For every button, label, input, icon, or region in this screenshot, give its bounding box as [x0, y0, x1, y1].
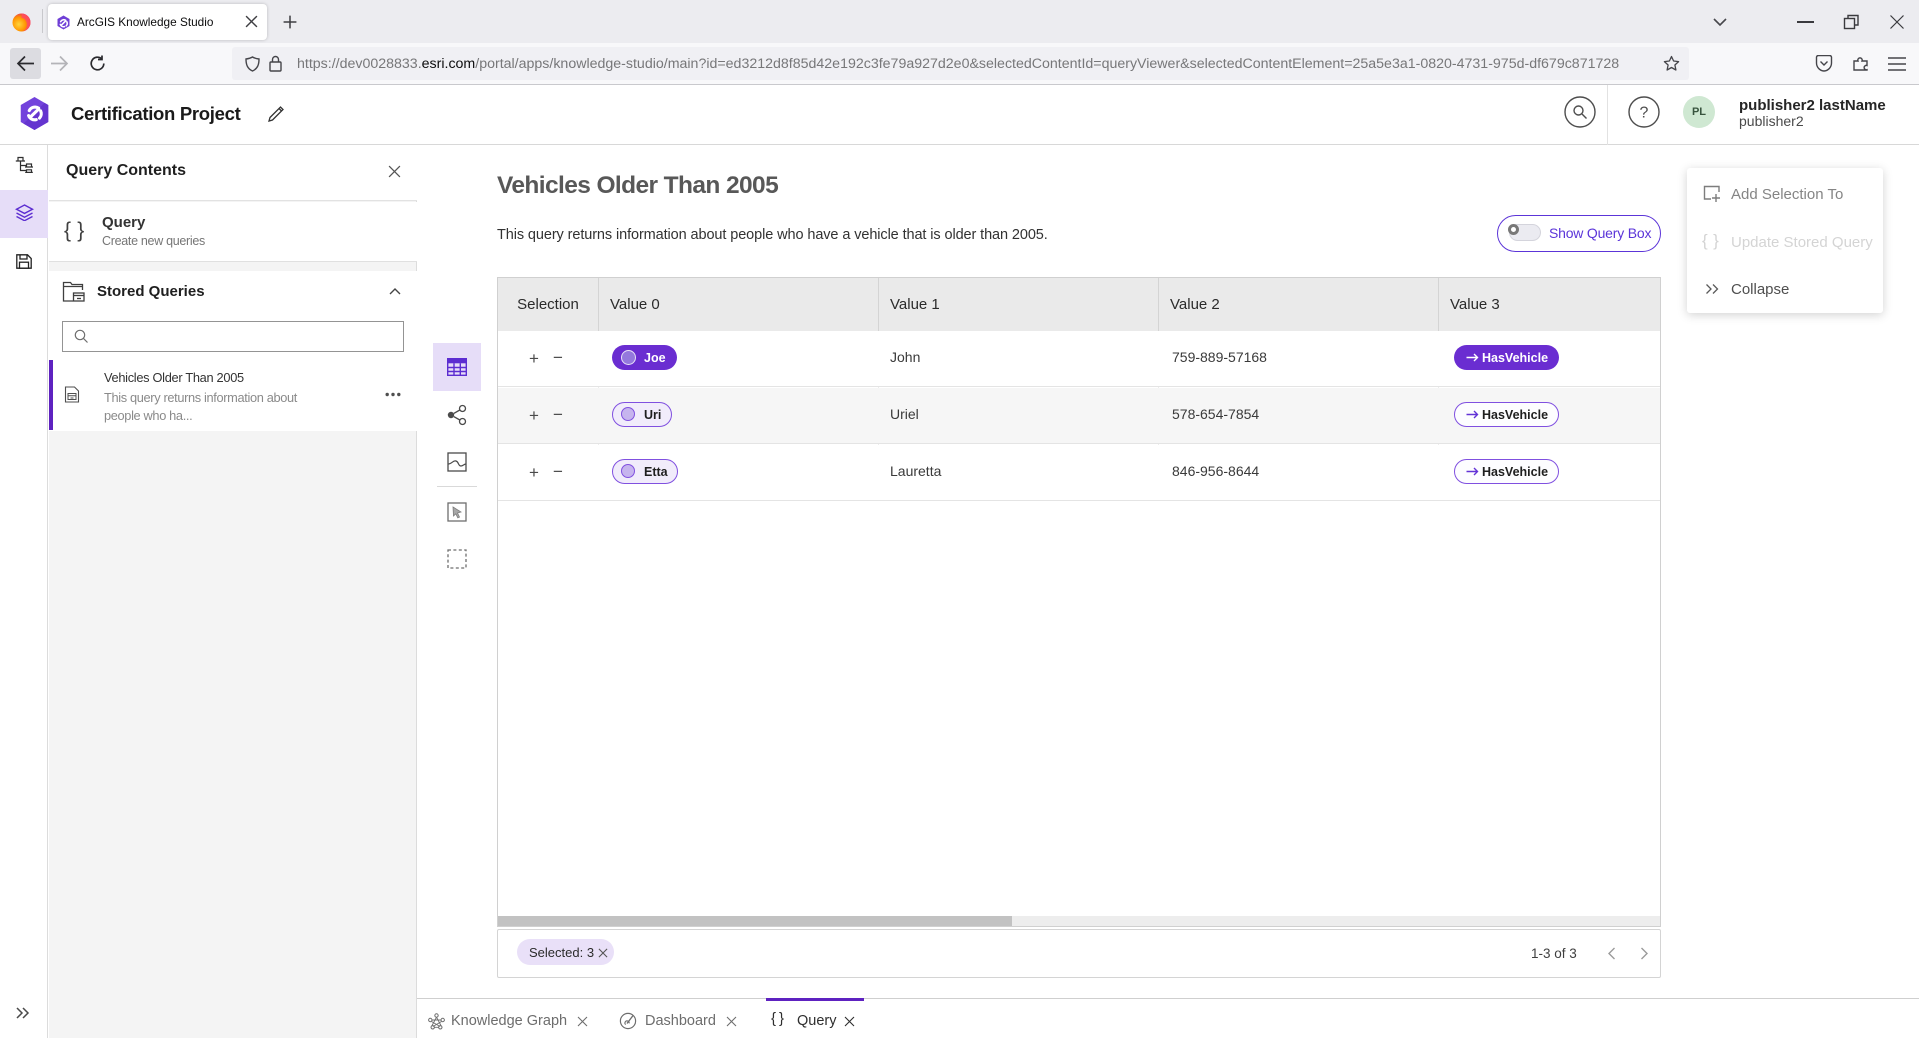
- svg-text:?: ?: [1640, 105, 1649, 122]
